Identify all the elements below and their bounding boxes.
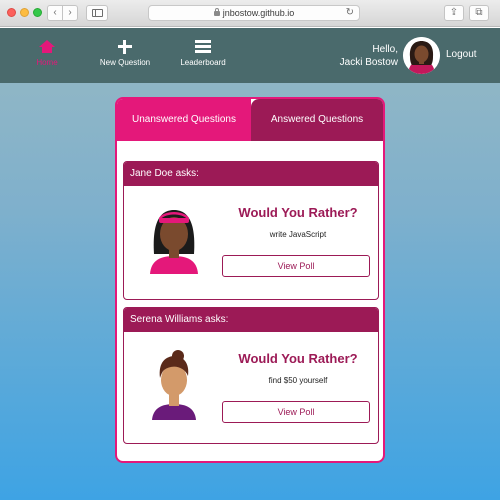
chevron-left-icon: ‹	[53, 7, 57, 18]
nav-leaderboard[interactable]: Leaderboard	[176, 40, 230, 67]
plus-icon	[118, 40, 132, 54]
nav-home-label: Home	[36, 58, 58, 67]
question-author: Jane Doe asks:	[124, 162, 378, 186]
view-poll-button[interactable]: View Poll	[222, 401, 370, 423]
tabs-icon: ⧉	[475, 7, 483, 18]
greeting-username: Jacki Bostow	[339, 57, 398, 68]
question-option-preview: write JavaScript	[269, 230, 327, 239]
address-bar[interactable]: jnbostow.github.io ↻	[148, 5, 360, 21]
nav-new-question[interactable]: New Question	[96, 40, 154, 67]
back-button[interactable]: ‹	[47, 5, 63, 21]
author-avatar	[144, 348, 204, 420]
reload-icon[interactable]: ↻	[346, 6, 354, 20]
serena-williams-avatar-icon	[152, 350, 196, 420]
avatar	[403, 37, 440, 74]
home-icon	[39, 40, 55, 54]
author-avatar	[144, 202, 204, 274]
question-card: Serena Williams asks: Would You Rather? …	[123, 307, 379, 444]
tab-overview-button[interactable]: ⧉	[469, 5, 489, 21]
question-option-preview: find $50 yourself	[268, 376, 328, 385]
chevron-right-icon: ›	[68, 7, 72, 18]
list-icon	[195, 40, 211, 54]
user-greeting: Hello, Jacki Bostow	[330, 43, 398, 69]
minimize-window-button[interactable]	[20, 8, 29, 17]
lock-icon	[213, 8, 220, 16]
greeting-hello: Hello,	[372, 44, 398, 55]
logout-link[interactable]: Logout	[446, 49, 477, 60]
jane-doe-avatar-icon	[150, 210, 198, 274]
nav-home[interactable]: Home	[32, 40, 62, 67]
sidebar-toggle-button[interactable]	[86, 5, 108, 21]
nav-leaderboard-label: Leaderboard	[180, 58, 226, 67]
question-title: Would You Rather?	[238, 351, 358, 366]
questions-panel: Unanswered Questions Answered Questions …	[115, 97, 385, 463]
zoom-window-button[interactable]	[33, 8, 42, 17]
question-author: Serena Williams asks:	[124, 308, 378, 332]
tab-unanswered-questions[interactable]: Unanswered Questions	[117, 99, 251, 141]
nav-new-question-label: New Question	[99, 58, 151, 67]
close-window-button[interactable]	[7, 8, 16, 17]
share-icon: ⇪	[449, 7, 459, 18]
question-title: Would You Rather?	[238, 205, 358, 220]
forward-button[interactable]: ›	[62, 5, 78, 21]
view-poll-button[interactable]: View Poll	[222, 255, 370, 277]
browser-toolbar: ‹ › jnbostow.github.io ↻ ⇪ ⧉	[0, 0, 500, 27]
tab-answered-questions[interactable]: Answered Questions	[251, 99, 383, 141]
url-text: jnbostow.github.io	[222, 8, 295, 18]
question-card: Jane Doe asks: Would You Rather? write J…	[123, 161, 379, 300]
sidebar-icon	[92, 9, 103, 17]
share-button[interactable]: ⇪	[444, 5, 464, 21]
user-avatar-icon	[403, 37, 440, 74]
